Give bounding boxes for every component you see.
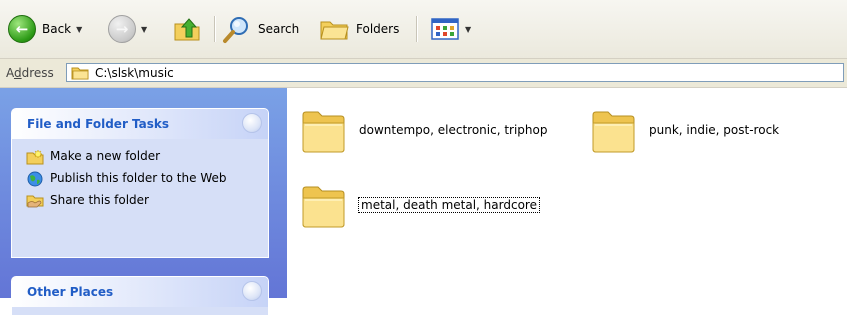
forward-arrow-icon: → — [108, 15, 136, 43]
toolbar-separator — [214, 16, 216, 42]
task-pane: File and Folder Tasks Make a new folder … — [0, 88, 287, 316]
share-folder-icon — [26, 195, 44, 208]
folders-button[interactable]: Folders — [318, 14, 399, 44]
forward-dropdown-icon[interactable]: ▼ — [141, 25, 147, 34]
back-dropdown-icon[interactable]: ▼ — [76, 25, 82, 34]
folder-name: metal, death metal, hardcore — [358, 197, 540, 213]
folder-icon — [302, 186, 345, 228]
back-button[interactable]: ← Back ▼ — [8, 14, 82, 44]
folder-icon — [592, 111, 635, 153]
task-label: Share this folder — [50, 193, 149, 207]
back-label: Back — [42, 22, 72, 36]
folder-name: downtempo, electronic, triphop — [359, 123, 548, 137]
panel-header[interactable]: Other Places — [12, 277, 268, 307]
file-folder-tasks-panel: File and Folder Tasks Make a new folder … — [11, 108, 269, 258]
collapse-button[interactable] — [242, 281, 262, 301]
task-make-new-folder[interactable]: Make a new folder — [26, 149, 258, 165]
views-dropdown-icon[interactable]: ▼ — [465, 25, 471, 34]
search-button[interactable]: Search — [222, 14, 299, 44]
address-path: C:\slsk\music — [95, 65, 174, 80]
up-folder-icon — [174, 18, 200, 41]
folder-view: downtempo, electronic, triphop punk, ind… — [287, 88, 847, 298]
folder-icon — [302, 111, 345, 153]
task-publish-folder[interactable]: Publish this folder to the Web — [26, 171, 258, 187]
panel-body: Make a new folder Publish this folder to… — [12, 139, 268, 223]
collapse-button[interactable] — [242, 113, 262, 133]
search-label: Search — [258, 22, 300, 36]
toolbar: ← Back ▼ → ▼ Search Folders ▼ — [0, 0, 847, 59]
address-bar: Address C:\slsk\music — [0, 59, 847, 88]
views-icon — [431, 18, 459, 40]
new-folder-icon — [26, 149, 44, 165]
task-label: Publish this folder to the Web — [50, 171, 227, 185]
address-input[interactable]: C:\slsk\music — [66, 63, 844, 82]
toolbar-separator — [416, 16, 418, 42]
folder-item[interactable]: metal, death metal, hardcore — [299, 180, 540, 230]
folders-icon — [320, 21, 349, 40]
panel-header[interactable]: File and Folder Tasks — [12, 109, 268, 139]
back-arrow-icon: ← — [8, 15, 36, 43]
panel-title: File and Folder Tasks — [27, 117, 170, 131]
folder-item[interactable]: punk, indie, post-rock — [589, 105, 779, 155]
folders-label: Folders — [356, 22, 400, 36]
folder-item[interactable]: downtempo, electronic, triphop — [299, 105, 547, 155]
address-label: Address — [6, 66, 54, 80]
folder-name: punk, indie, post-rock — [649, 123, 780, 137]
views-button[interactable]: ▼ — [430, 14, 471, 44]
globe-icon — [27, 171, 43, 187]
task-share-folder[interactable]: Share this folder — [26, 193, 258, 209]
panel-title: Other Places — [27, 285, 114, 299]
task-label: Make a new folder — [50, 149, 161, 163]
forward-button[interactable]: → ▼ — [108, 14, 147, 44]
folder-icon — [71, 67, 89, 79]
other-places-panel: Other Places — [11, 276, 269, 316]
up-button[interactable] — [172, 14, 202, 44]
search-icon — [223, 17, 248, 43]
